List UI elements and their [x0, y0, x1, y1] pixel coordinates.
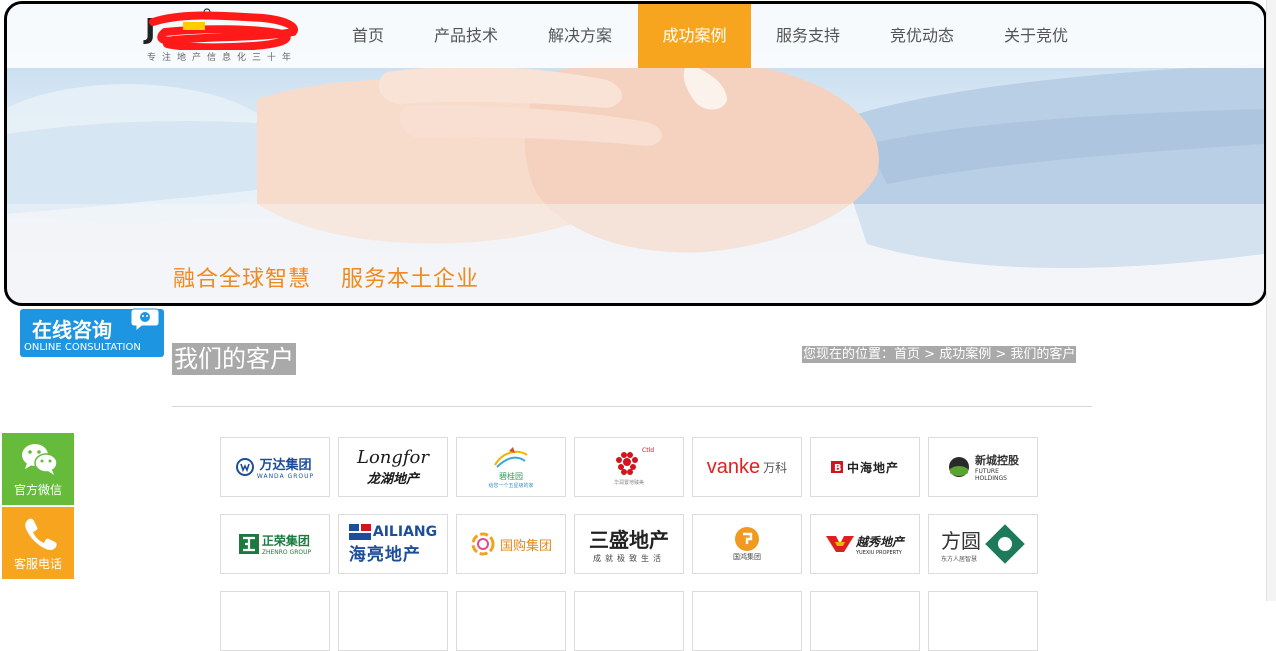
client-name: Longfor — [356, 447, 429, 468]
wechat-label: 官方微信 — [13, 483, 62, 497]
client-name: 新城控股 — [975, 454, 1019, 467]
client-logo-card[interactable] — [338, 591, 448, 651]
client-name: 国鸿集团 — [733, 553, 761, 561]
client-logo-crland[interactable]: Ctld 华润置地臻美 — [574, 437, 684, 497]
client-sub: 华润置地臻美 — [613, 479, 644, 486]
client-logo-grid: 万达集团 WANDA GROUP Longfor 龙湖地产 碧桂园 给您一个五星… — [220, 437, 1050, 651]
client-sub: YUEXIU PROPERTY — [855, 549, 902, 556]
zhenro-icon — [238, 534, 259, 554]
client-name: 三盛地产 — [589, 528, 669, 552]
svg-text:J: J — [143, 12, 155, 45]
guogou-icon — [471, 532, 495, 556]
nav-about[interactable]: 关于竞优 — [991, 4, 1081, 68]
nav-cases[interactable]: 成功案例 — [638, 4, 751, 68]
client-logo-coli[interactable]: B 中海地产 — [810, 437, 920, 497]
logo-tagline: 专注地产信息化三十年 — [147, 53, 298, 63]
nav-support[interactable]: 服务支持 — [763, 4, 853, 68]
top-navigation: J 专注地产信息化三十年 首页 产品技术 解决方案 成功案例 服务支持 竞优动态… — [7, 4, 1264, 68]
client-logo-vanke[interactable]: vanke 万科 — [692, 437, 802, 497]
consult-subtitle: ONLINE CONSULTATION — [24, 342, 141, 353]
consult-title: 在线咨询 — [32, 318, 112, 342]
redacted-logo-scribble: J — [143, 8, 298, 50]
client-logo-card[interactable] — [810, 591, 920, 651]
svg-text:B: B — [834, 463, 842, 473]
online-consultation-button[interactable]: 在线咨询 ONLINE CONSULTATION — [20, 308, 164, 357]
client-sub: 东方人居智慧 — [941, 556, 978, 563]
phone-button[interactable]: 客服电话 — [2, 507, 74, 579]
client-logo-card[interactable] — [220, 591, 330, 651]
client-logo-wanda[interactable]: 万达集团 WANDA GROUP — [220, 437, 330, 497]
wanda-icon — [235, 458, 254, 476]
breadcrumb-current[interactable]: 我们的客户 — [1010, 347, 1075, 362]
client-logo-guogou[interactable]: 国购集团 — [456, 514, 566, 574]
company-logo[interactable]: J 专注地产信息化三十年 — [143, 8, 303, 64]
client-name: 中海地产 — [846, 460, 899, 475]
slogan-part-2: 服务本土企业 — [341, 267, 480, 292]
future-holdings-icon — [949, 457, 969, 477]
client-logo-card[interactable] — [692, 591, 802, 651]
client-logo-hailiang[interactable]: AILIANG 海亮地产 — [338, 514, 448, 574]
client-logo-yuexiu[interactable]: 越秀地产 YUEXIU PROPERTY — [810, 514, 920, 574]
client-name: 万达集团 — [259, 458, 312, 473]
client-name: 碧桂园 — [498, 472, 523, 481]
client-logo-country-garden[interactable]: 碧桂园 给您一个五星级的家 — [456, 437, 566, 497]
breadcrumb-prefix: 您现在的位置： — [803, 347, 895, 362]
client-sub: 给您一个五星级的家 — [488, 483, 534, 489]
client-logo-sansheng[interactable]: 三盛地产 成就极致生活 — [574, 514, 684, 574]
client-name: AILIANG — [372, 523, 438, 540]
client-name: 正荣集团 — [261, 534, 310, 548]
client-logo-future-holdings[interactable]: 新城控股 FUTURE HOLDINGS — [928, 437, 1038, 497]
client-sub: 成就极致生活 — [593, 554, 665, 563]
client-logo-card[interactable] — [456, 591, 566, 651]
nav-news[interactable]: 竞优动态 — [877, 4, 967, 68]
client-name: Ctld — [642, 447, 655, 454]
client-name: vanke — [706, 455, 761, 478]
client-sub: 海亮地产 — [348, 544, 421, 565]
client-logo-card[interactable] — [574, 591, 684, 651]
client-sub: WANDA GROUP — [256, 473, 315, 480]
breadcrumb: 您现在的位置：首页 > 成功案例 > 我们的客户 — [802, 346, 1077, 363]
client-sub: 万科 — [763, 460, 788, 475]
yuexiu-icon — [825, 536, 854, 552]
wechat-button[interactable]: 官方微信 — [2, 433, 74, 505]
client-name: 方圆 — [941, 529, 981, 553]
wechat-icon — [22, 444, 58, 475]
banner-slogan: 融合全球智慧 服务本土企业 — [173, 261, 479, 293]
client-logo-guohong[interactable]: 国鸿集团 — [692, 514, 802, 574]
client-sub: 龙湖地产 — [366, 472, 419, 487]
phone-icon — [25, 518, 57, 551]
fangyuan-icon — [985, 524, 1025, 564]
hero-banner: J 专注地产信息化三十年 首页 产品技术 解决方案 成功案例 服务支持 竞优动态… — [4, 1, 1267, 306]
breadcrumb-cases[interactable]: 成功案例 — [939, 347, 991, 362]
breadcrumb-separator: > — [920, 347, 940, 362]
client-sub: FUTURE HOLDINGS — [975, 468, 1007, 482]
client-sub: ZHENRO GROUP — [261, 549, 312, 556]
breadcrumb-separator: > — [991, 347, 1011, 362]
slogan-part-1: 融合全球智慧 — [173, 267, 312, 292]
coli-icon: B — [830, 461, 843, 473]
page-title: 我们的客户 — [172, 343, 296, 375]
section-divider — [172, 406, 1092, 407]
client-name: 越秀地产 — [855, 534, 904, 549]
client-logo-zhenro[interactable]: 正荣集团 ZHENRO GROUP — [220, 514, 330, 574]
nav-products[interactable]: 产品技术 — [421, 4, 511, 68]
client-logo-longfor[interactable]: Longfor 龙湖地产 — [338, 437, 448, 497]
hailiang-icon — [348, 523, 371, 540]
client-logo-fangyuan[interactable]: 方圆 东方人居智慧 — [928, 514, 1038, 574]
phone-label: 客服电话 — [13, 557, 62, 571]
nav-home[interactable]: 首页 — [331, 4, 405, 68]
chat-bubble-icon — [130, 308, 160, 333]
nav-solutions[interactable]: 解决方案 — [535, 4, 625, 68]
breadcrumb-home[interactable]: 首页 — [894, 347, 920, 362]
client-name: 国购集团 — [499, 538, 552, 554]
client-logo-card[interactable] — [928, 591, 1038, 651]
page-scrollbar[interactable] — [1266, 0, 1276, 601]
country-garden-icon — [494, 447, 528, 468]
guohong-icon — [735, 527, 759, 551]
